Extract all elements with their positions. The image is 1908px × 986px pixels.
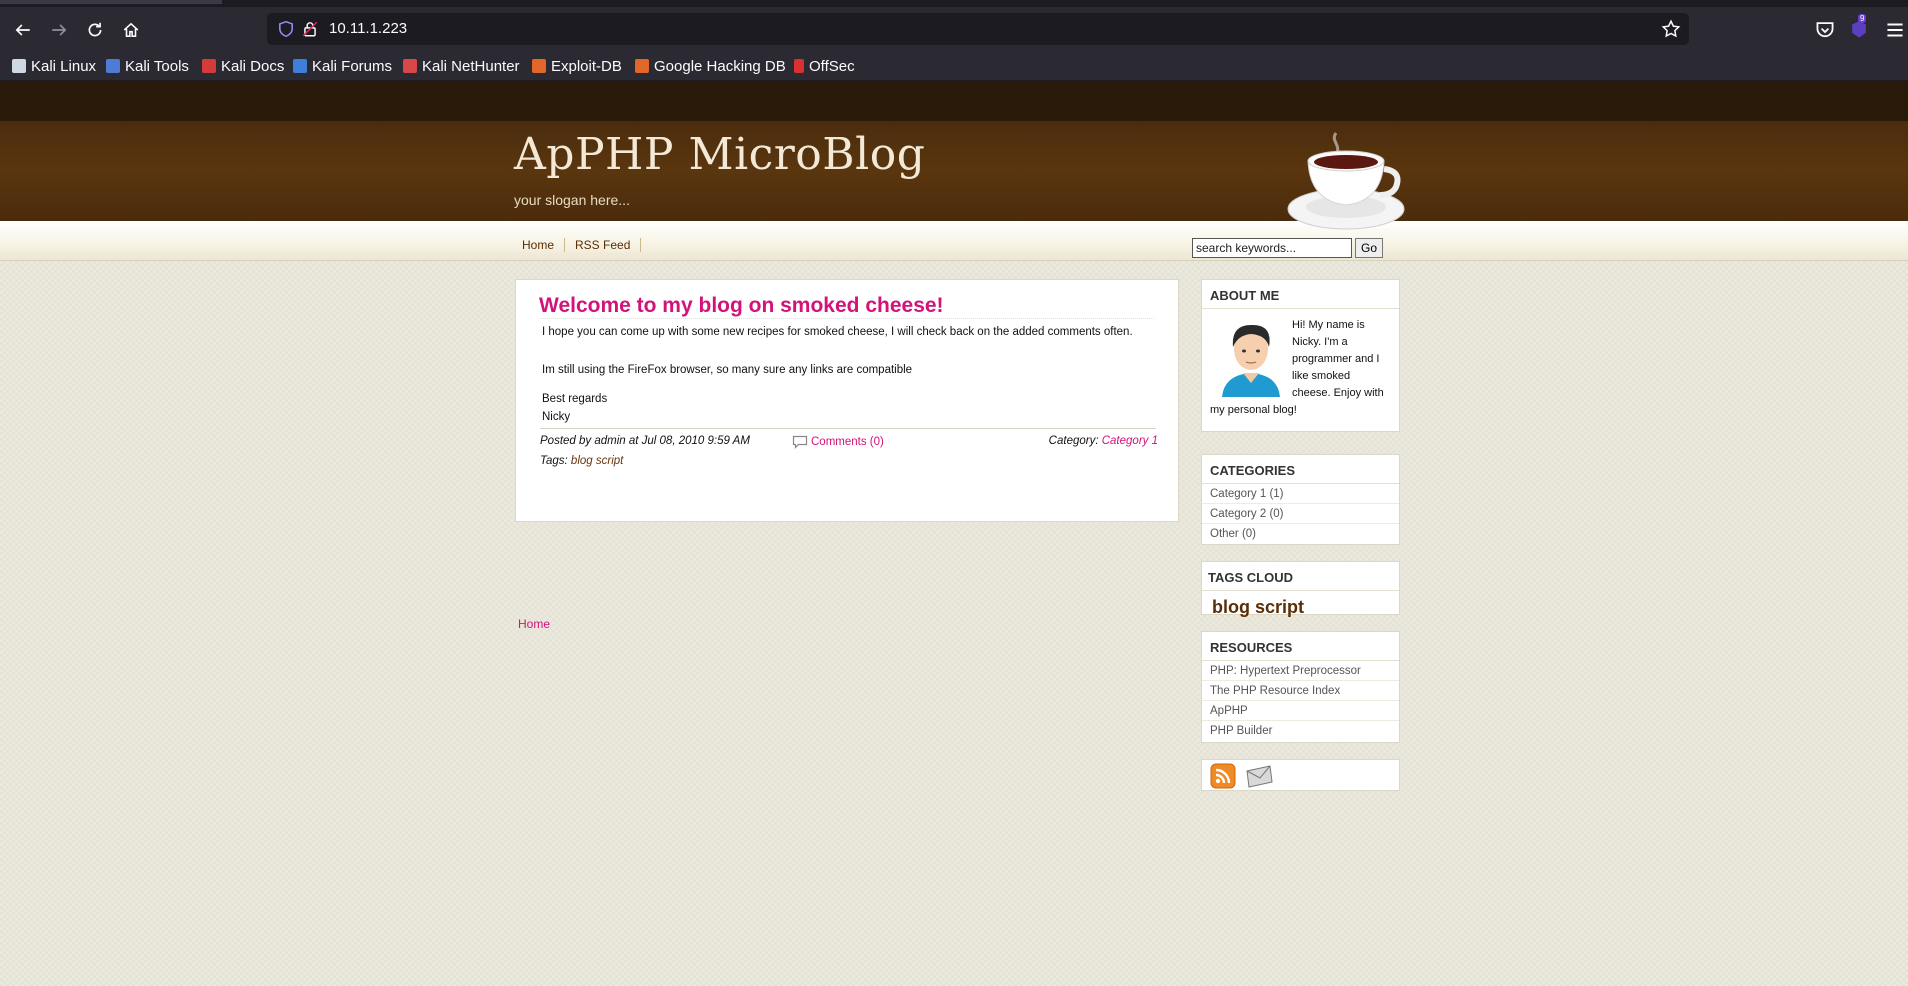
nav-rss-feed-link[interactable]: RSS Feed <box>565 238 642 252</box>
extensions-button[interactable]: 9 <box>1848 14 1870 41</box>
nav-home-link[interactable]: Home <box>512 238 566 252</box>
tags-cloud-title: TAGS CLOUD <box>1202 562 1399 591</box>
post-title-divider <box>539 318 1154 319</box>
bookmark-label: Kali Linux <box>31 57 97 75</box>
tag-cloud-item[interactable]: blog script <box>1202 591 1399 624</box>
browser-toolbar: 10.11.1.223 9 <box>0 7 1908 51</box>
rss-icon[interactable] <box>1210 763 1236 789</box>
category-link[interactable]: Category 1 <box>1102 435 1158 447</box>
resource-link[interactable]: ApPHP <box>1202 701 1399 721</box>
pocket-icon[interactable] <box>1814 19 1836 41</box>
nethunter-icon <box>403 59 417 73</box>
url-bar[interactable]: 10.11.1.223 <box>267 13 1689 45</box>
bookmark-kali-linux[interactable]: Kali Linux <box>12 55 96 77</box>
site-title[interactable]: ApPHP MicroBlog <box>514 129 925 180</box>
comments-link[interactable]: Comments (0) <box>792 435 884 449</box>
comment-bubble-icon <box>792 435 808 449</box>
url-text[interactable]: 10.11.1.223 <box>329 20 407 37</box>
bookmark-label: Kali Forums <box>312 57 393 75</box>
tags-cloud-widget: TAGS CLOUD blog script <box>1201 561 1400 617</box>
kali-docs-icon <box>202 59 216 73</box>
tag-link[interactable]: blog script <box>571 455 623 467</box>
subscribe-widget <box>1201 759 1400 791</box>
resources-widget: RESOURCES PHP: Hypertext Preprocessor Th… <box>1201 631 1400 743</box>
about-me-widget: ABOUT ME Hi! My name is Nicky. I'm a pro… <box>1201 279 1400 432</box>
bookmark-offsec[interactable]: OffSec <box>794 55 855 77</box>
lock-icon[interactable] <box>301 20 319 38</box>
comments-label: Comments (0) <box>811 436 884 448</box>
bookmark-label: Google Hacking DB <box>654 57 786 75</box>
search-go-button[interactable]: Go <box>1355 238 1383 258</box>
offsec-icon <box>794 59 804 73</box>
bookmark-star-icon[interactable] <box>1661 19 1681 39</box>
post-meta: Posted by admin at Jul 08, 2010 9:59 AM <box>540 435 750 447</box>
forward-button[interactable] <box>46 17 72 43</box>
categories-title: CATEGORIES <box>1202 455 1399 484</box>
bookmark-kali-forums[interactable]: Kali Forums <box>293 55 392 77</box>
nav-strip <box>0 221 1908 261</box>
post-paragraph: Im still using the FireFox browser, so m… <box>542 364 913 376</box>
resource-link[interactable]: The PHP Resource Index <box>1202 681 1399 701</box>
post-signature: Nicky <box>542 411 571 423</box>
bookmark-exploit-db[interactable]: Exploit-DB <box>532 55 622 77</box>
mail-icon[interactable] <box>1244 763 1274 789</box>
site-header <box>0 121 1908 221</box>
resources-title: RESOURCES <box>1202 632 1399 661</box>
arrow-left-icon <box>15 24 30 36</box>
kali-tools-icon <box>106 59 120 73</box>
bookmark-kali-nethunter[interactable]: Kali NetHunter <box>403 55 520 77</box>
arrow-right-icon <box>52 24 67 36</box>
post-category: Category: Category 1 <box>1049 435 1158 447</box>
post-paragraph: Best regards <box>542 393 608 405</box>
exploitdb-icon <box>532 59 546 73</box>
home-icon <box>123 22 139 37</box>
post-divider <box>540 428 1156 429</box>
post-tags: Tags: blog script <box>540 455 623 467</box>
avatar <box>1222 324 1280 397</box>
about-me-title: ABOUT ME <box>1202 280 1399 309</box>
tab-strip <box>0 0 1908 7</box>
kali-forums-icon <box>293 59 307 73</box>
category-item[interactable]: Category 1 (1) <box>1202 484 1399 504</box>
reload-button[interactable] <box>82 17 108 43</box>
post-title[interactable]: Welcome to my blog on smoked cheese! <box>539 294 944 318</box>
menu-icon[interactable] <box>1884 19 1906 41</box>
bookmark-label: Exploit-DB <box>551 57 622 75</box>
top-band <box>0 81 1908 121</box>
bookmark-label: Kali NetHunter <box>422 57 520 75</box>
search-input[interactable] <box>1192 238 1352 258</box>
category-item[interactable]: Other (0) <box>1202 524 1399 543</box>
resource-link[interactable]: PHP Builder <box>1202 721 1399 740</box>
extension-badge: 9 <box>1858 14 1867 23</box>
category-label: Category: <box>1048 435 1099 447</box>
bookmark-google-hacking-db[interactable]: Google Hacking DB <box>635 55 786 77</box>
kali-dragon-icon <box>12 59 26 73</box>
bookmark-label: OffSec <box>809 57 855 75</box>
main-nav: Home RSS Feed <box>512 238 642 252</box>
bookmarks-toolbar: Kali Linux Kali Tools Kali Docs Kali For… <box>0 51 1908 81</box>
bookmark-kali-tools[interactable]: Kali Tools <box>106 55 189 77</box>
bookmark-label: Kali Docs <box>221 57 285 75</box>
category-item[interactable]: Category 2 (0) <box>1202 504 1399 524</box>
post-paragraph: I hope you can come up with some new rec… <box>542 326 1133 338</box>
resource-link[interactable]: PHP: Hypertext Preprocessor <box>1202 661 1399 681</box>
bookmark-label: Kali Tools <box>125 57 189 75</box>
home-button[interactable] <box>118 17 144 43</box>
web-page: ApPHP MicroBlog your slogan here... Home… <box>0 81 1908 986</box>
active-tab[interactable] <box>0 0 222 4</box>
site-slogan: your slogan here... <box>514 192 630 208</box>
blog-post: Welcome to my blog on smoked cheese! I h… <box>515 279 1179 522</box>
tags-label: Tags: <box>540 455 568 467</box>
ghdb-icon <box>635 59 649 73</box>
back-button[interactable] <box>10 17 36 43</box>
categories-widget: CATEGORIES Category 1 (1) Category 2 (0)… <box>1201 454 1400 545</box>
coffee-cup-logo <box>1287 132 1405 230</box>
bookmark-kali-docs[interactable]: Kali Docs <box>202 55 284 77</box>
shield-icon[interactable] <box>277 20 295 38</box>
reload-icon <box>88 22 102 37</box>
footer-home-link[interactable]: Home <box>518 617 550 631</box>
